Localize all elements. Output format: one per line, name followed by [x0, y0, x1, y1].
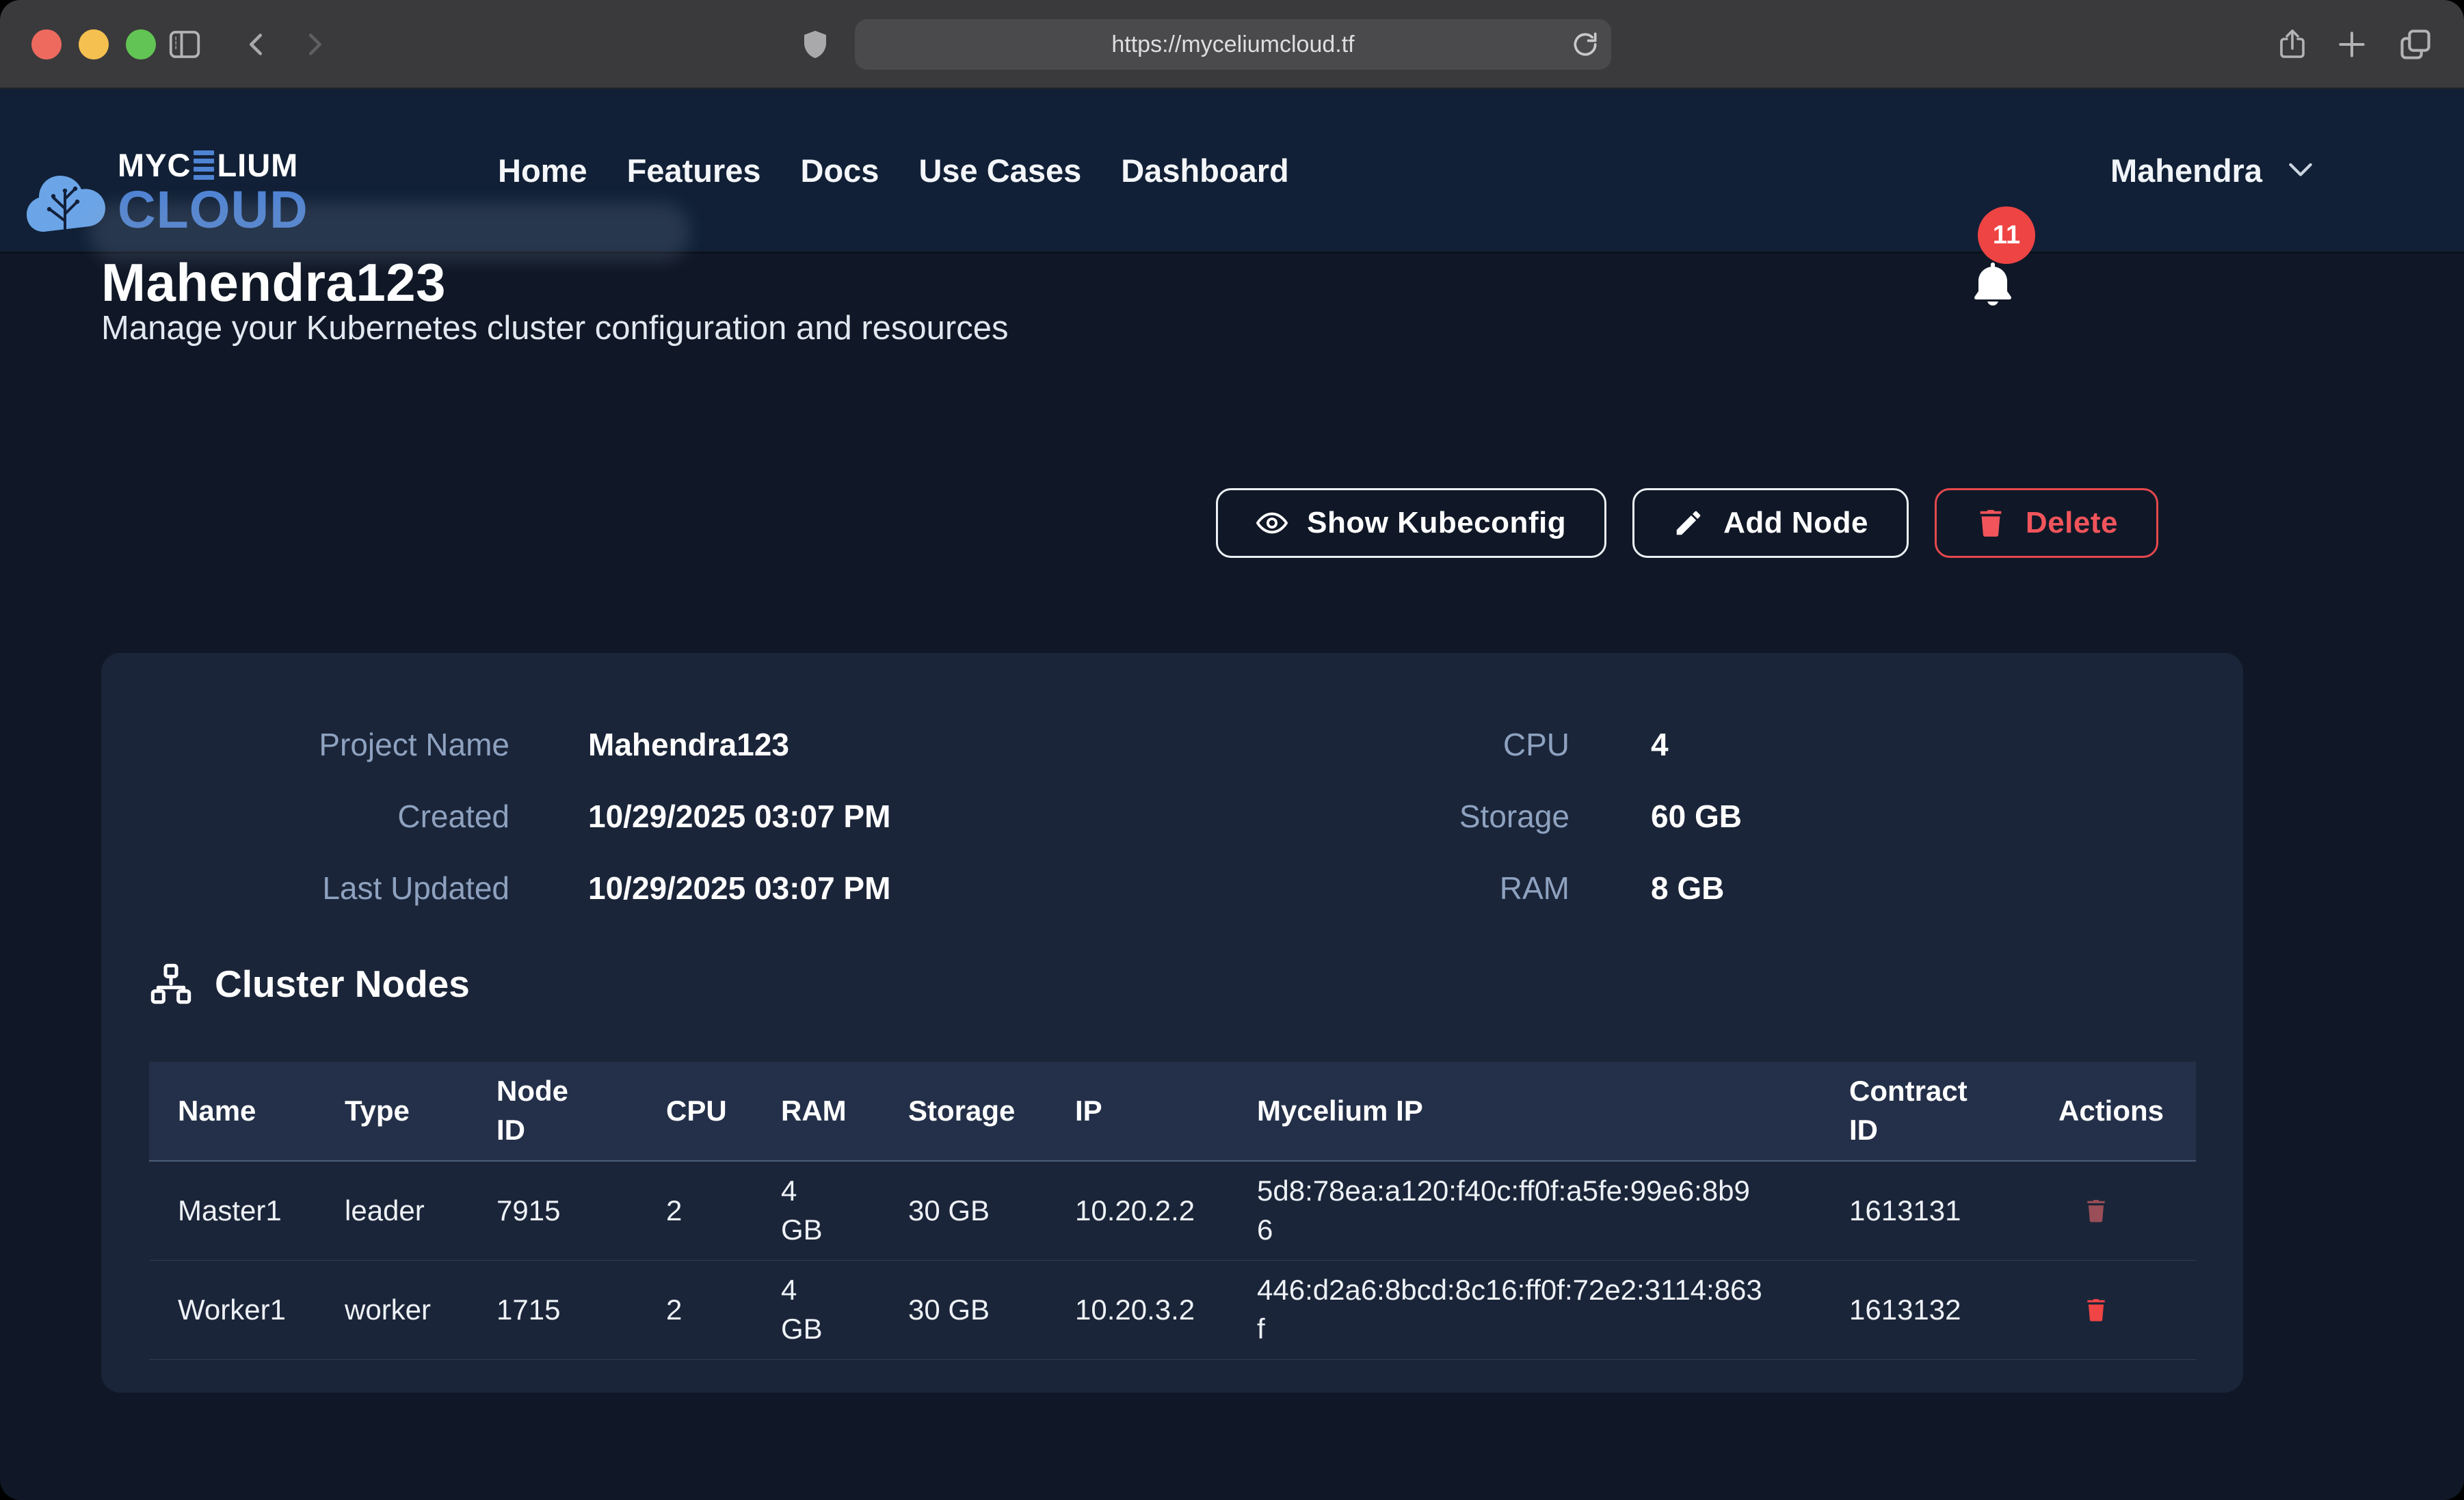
notification-badge: 11: [1978, 206, 2035, 264]
nav-links: Home Features Docs Use Cases Dashboard: [498, 89, 1289, 252]
table-header-row: Name Type Node ID CPU RAM Storage IP Myc…: [149, 1062, 2196, 1162]
nav-item-use-cases[interactable]: Use Cases: [918, 152, 1081, 189]
node-id: 1715: [496, 1291, 666, 1330]
node-contract-id: 1613132: [1849, 1291, 2058, 1330]
detail-label: Last Updated: [101, 853, 509, 924]
close-window-button[interactable]: [31, 29, 62, 59]
share-icon[interactable]: [2276, 0, 2309, 89]
logo-line1: MYC LIUM: [118, 149, 308, 181]
eye-icon: [1256, 507, 1288, 539]
trash-icon: [1975, 507, 2006, 539]
node-type: worker: [345, 1291, 496, 1330]
page-subtitle: Manage your Kubernetes cluster configura…: [101, 309, 1009, 347]
details-labels-right: CPU Storage RAM: [1163, 709, 1569, 924]
user-name: Mahendra: [2110, 152, 2262, 189]
sidebar-toggle-icon[interactable]: [166, 0, 203, 89]
col-ip: IP: [1075, 1092, 1257, 1131]
col-contract-id: Contract ID: [1849, 1072, 2058, 1149]
node-mycelium-ip: 5d8:78ea:a120:f40c:ff0f:a5fe:99e6:8b96: [1257, 1172, 1849, 1249]
cluster-nodes-heading: Cluster Nodes: [149, 962, 470, 1006]
notifications-button[interactable]: 11: [1967, 206, 2057, 330]
delete-node-icon[interactable]: [2083, 1295, 2109, 1325]
node-ram: 4 GB: [781, 1172, 908, 1249]
cluster-actions: Show Kubeconfig Add Node Delete: [1216, 488, 2158, 558]
detail-label: RAM: [1163, 853, 1569, 924]
site-navbar: MYC LIUM CLOUD Home Features Docs Use Ca…: [0, 89, 2464, 252]
project-name-value: Mahendra123: [588, 709, 890, 781]
logo-wordmark[interactable]: MYC LIUM CLOUD: [118, 149, 308, 237]
minimize-window-button[interactable]: [79, 29, 109, 59]
chevron-down-icon: [2287, 161, 2314, 179]
node-type: leader: [345, 1192, 496, 1231]
node-name: Master1: [178, 1192, 345, 1231]
nav-item-dashboard[interactable]: Dashboard: [1121, 152, 1289, 189]
node-cpu: 2: [666, 1192, 781, 1231]
last-updated-value: 10/29/2025 03:07 PM: [588, 853, 890, 924]
table-row: Worker1 worker 1715 2 4 GB 30 GB 10.20.3…: [149, 1261, 2196, 1360]
delete-cluster-button[interactable]: Delete: [1935, 488, 2158, 558]
col-name: Name: [178, 1092, 345, 1131]
show-kubeconfig-button[interactable]: Show Kubeconfig: [1216, 488, 1606, 558]
node-ip: 10.20.3.2: [1075, 1291, 1257, 1330]
ram-value: 8 GB: [1651, 853, 1742, 924]
row-actions: [2058, 1295, 2169, 1325]
storage-value: 60 GB: [1651, 781, 1742, 853]
traffic-lights: [31, 0, 156, 89]
cluster-nodes-table: Name Type Node ID CPU RAM Storage IP Myc…: [149, 1062, 2196, 1360]
new-tab-icon[interactable]: [2335, 0, 2369, 89]
refresh-icon[interactable]: [1570, 29, 1600, 59]
nav-item-home[interactable]: Home: [498, 152, 587, 189]
col-storage: Storage: [908, 1092, 1075, 1131]
page-title: Mahendra123: [101, 252, 446, 314]
address-bar[interactable]: https://myceliumcloud.tf: [855, 19, 1611, 70]
nav-item-features[interactable]: Features: [627, 152, 761, 189]
col-actions: Actions: [2058, 1092, 2180, 1131]
node-ip: 10.20.2.2: [1075, 1192, 1257, 1231]
user-menu[interactable]: Mahendra: [2110, 89, 2314, 252]
pencil-icon: [1673, 507, 1704, 539]
node-ram: 4 GB: [781, 1271, 908, 1348]
privacy-shield-icon[interactable]: [799, 0, 832, 89]
browser-window: https://myceliumcloud.tf: [0, 0, 2464, 1500]
node-id: 7915: [496, 1192, 666, 1231]
detail-label: Storage: [1163, 781, 1569, 853]
detail-label: Project Name: [101, 709, 509, 781]
url-text: https://myceliumcloud.tf: [1111, 31, 1354, 58]
zoom-window-button[interactable]: [126, 29, 156, 59]
node-storage: 30 GB: [908, 1291, 1075, 1330]
tab-overview-icon[interactable]: [2398, 0, 2433, 89]
node-name: Worker1: [178, 1291, 345, 1330]
details-labels-left: Project Name Created Last Updated: [101, 709, 509, 924]
detail-label: Created: [101, 781, 509, 853]
table-row: Master1 leader 7915 2 4 GB 30 GB 10.20.2…: [149, 1162, 2196, 1261]
col-ram: RAM: [781, 1092, 908, 1131]
nav-item-docs[interactable]: Docs: [801, 152, 879, 189]
delete-node-icon[interactable]: [2083, 1196, 2109, 1226]
cluster-details-card: Project Name Created Last Updated Mahend…: [101, 653, 2243, 1393]
logo-e-bars: [194, 150, 214, 180]
node-mycelium-ip: 446:d2a6:8bcd:8c16:ff0f:72e2:3114:863f: [1257, 1271, 1849, 1348]
cloud-logo-icon[interactable]: [25, 155, 107, 249]
logo-line2: CLOUD: [118, 184, 308, 237]
forward-button-icon[interactable]: [299, 0, 330, 89]
add-node-button[interactable]: Add Node: [1632, 488, 1909, 558]
network-icon: [149, 962, 193, 1006]
col-node-id: Node ID: [496, 1072, 666, 1149]
col-mycelium-ip: Mycelium IP: [1257, 1092, 1849, 1131]
cpu-value: 4: [1651, 709, 1742, 781]
node-storage: 30 GB: [908, 1192, 1075, 1231]
detail-label: CPU: [1163, 709, 1569, 781]
created-value: 10/29/2025 03:07 PM: [588, 781, 890, 853]
details-values-left: Mahendra123 10/29/2025 03:07 PM 10/29/20…: [588, 709, 890, 924]
node-cpu: 2: [666, 1291, 781, 1330]
row-actions: [2058, 1196, 2169, 1226]
col-cpu: CPU: [666, 1092, 781, 1131]
col-type: Type: [345, 1092, 496, 1131]
browser-chrome: https://myceliumcloud.tf: [0, 0, 2464, 89]
back-button-icon[interactable]: [241, 0, 272, 89]
node-contract-id: 1613131: [1849, 1192, 2058, 1231]
details-values-right: 4 60 GB 8 GB: [1651, 709, 1742, 924]
